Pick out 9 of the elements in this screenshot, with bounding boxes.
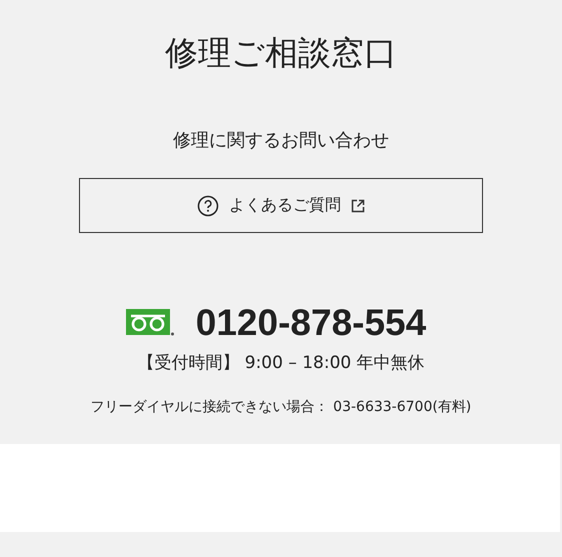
section-heading: 修理に関するお問い合わせ: [173, 129, 389, 153]
faq-button[interactable]: よくあるご質問: [79, 178, 483, 233]
free-dial-icon: [126, 309, 174, 337]
business-hours: 【受付時間】 9:00 – 18:00 年中無休: [137, 352, 425, 375]
external-link-icon: [351, 198, 365, 212]
phone-number: 0120-878-554: [196, 303, 426, 343]
alternate-phone-note: フリーダイヤルに接続できない場合： 03-6633-6700(有料): [90, 398, 472, 417]
page-title: 修理ご相談窓口: [165, 32, 397, 74]
help-icon: [197, 194, 219, 216]
